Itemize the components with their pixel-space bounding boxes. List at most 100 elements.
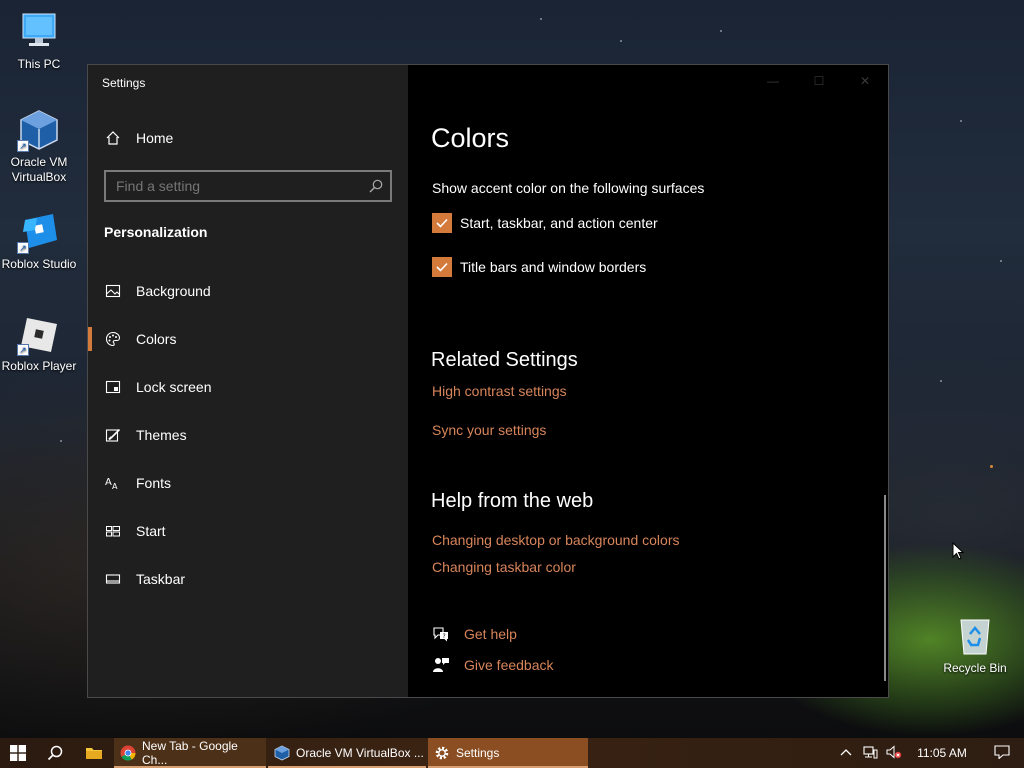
checkbox-label: Title bars and window borders [460,259,647,275]
search-button[interactable] [36,738,74,768]
monitor-icon [17,10,61,54]
sidebar-item-label: Taskbar [136,571,186,587]
maximize-button[interactable]: ☐ [796,65,842,97]
section-title: Personalization [104,224,208,240]
svg-text:A: A [112,482,118,491]
lock-screen-icon [104,378,122,396]
sidebar-item-start[interactable]: Start [88,511,408,551]
sidebar-item-themes[interactable]: Themes [88,415,408,455]
taskbar-item-label: New Tab - Google Ch... [142,739,238,767]
get-help-link[interactable]: ? Get help [432,625,517,643]
link-taskbar-color[interactable]: Changing taskbar color [432,559,576,575]
sidebar-item-colors[interactable]: Colors [88,319,408,359]
chrome-icon [120,745,136,761]
recycle-bin-icon [953,614,997,658]
sidebar-item-label: Colors [136,331,177,347]
page-title: Colors [431,123,510,153]
get-help-label: Get help [464,626,517,642]
settings-content: — ☐ ✕ Colors Show accent color on the fo… [408,65,888,697]
checkbox-title-bars[interactable]: Title bars and window borders [432,257,646,277]
taskbar-item-virtualbox[interactable]: Oracle VM VirtualBox ... [268,738,426,768]
link-desktop-colors[interactable]: Changing desktop or background colors [432,532,680,548]
roblox-studio-icon: ↗ [17,210,61,254]
desktop-icon-virtualbox[interactable]: ↗ Oracle VM VirtualBox [0,108,80,185]
desktop-icon-this-pc[interactable]: This PC [0,10,80,72]
taskbar-item-chrome[interactable]: New Tab - Google Ch... [114,738,266,768]
virtualbox-icon [274,745,290,761]
search-icon [47,745,63,761]
home-icon [104,129,122,147]
link-sync-settings[interactable]: Sync your settings [432,422,546,438]
checkbox-checked-icon[interactable] [432,213,452,233]
file-explorer-button[interactable] [74,738,114,768]
desktop-icon-label: Roblox Player [1,359,77,373]
roblox-player-icon: ↗ [17,312,61,356]
desktop-icon-label: This PC [17,57,61,71]
palette-icon [104,330,122,348]
show-hidden-icons-icon[interactable] [834,746,858,760]
desktop-icon-label: Oracle VM VirtualBox [10,155,68,184]
desktop-icon-roblox-studio[interactable]: ↗ Roblox Studio [0,210,80,272]
link-high-contrast[interactable]: High contrast settings [432,383,567,399]
chat-help-icon: ? [432,625,450,643]
start-button[interactable] [0,738,36,768]
sidebar-item-label: Fonts [136,475,172,491]
minimize-button[interactable]: — [750,65,796,97]
shortcut-arrow-icon: ↗ [17,344,29,356]
search-box[interactable] [104,170,392,202]
checkbox-label: Start, taskbar, and action center [460,215,658,231]
sidebar-item-fonts[interactable]: AA Fonts [88,463,408,503]
svg-text:A: A [105,477,112,488]
virtualbox-icon: ↗ [17,108,61,152]
give-feedback-label: Give feedback [464,657,554,673]
system-tray: 11:05 AM [834,738,1024,768]
checkbox-start-taskbar[interactable]: Start, taskbar, and action center [432,213,658,233]
nav-home[interactable]: Home [104,129,173,147]
taskbar-item-label: Oracle VM VirtualBox ... [296,746,424,760]
themes-brush-icon [104,426,122,444]
accent-surfaces-label: Show accent color on the following surfa… [432,180,705,196]
settings-sidebar: Settings Home Personalization Background [88,65,408,697]
desktop-icon-label: Roblox Studio [1,257,77,271]
taskbar-item-label: Settings [456,746,500,760]
close-button[interactable]: ✕ [842,65,888,97]
search-input[interactable] [106,172,390,200]
nav-home-label: Home [136,130,174,146]
sidebar-item-lock-screen[interactable]: Lock screen [88,367,408,407]
desktop-icon-label: Recycle Bin [943,661,1007,675]
shortcut-arrow-icon: ↗ [17,140,29,152]
feedback-icon [432,656,450,674]
sidebar-item-label: Background [136,283,211,299]
svg-text:?: ? [443,633,446,640]
window-controls: — ☐ ✕ [750,65,888,97]
picture-icon [104,282,122,300]
action-center-icon[interactable] [980,744,1024,762]
sidebar-item-background[interactable]: Background [88,271,408,311]
volume-muted-icon[interactable] [882,744,906,762]
window-title: Settings [102,76,146,90]
fonts-icon: AA [104,474,122,492]
settings-window: Settings Home Personalization Background [87,64,889,698]
search-icon[interactable] [368,178,384,194]
content-scrollbar[interactable] [884,495,886,681]
desktop-icon-recycle-bin[interactable]: Recycle Bin [934,614,1016,676]
related-settings-heading: Related Settings [431,349,578,371]
sidebar-item-label: Themes [136,427,187,443]
mouse-cursor-icon [952,542,964,560]
sidebar-item-taskbar[interactable]: Taskbar [88,559,408,599]
desktop-icon-roblox-player[interactable]: ↗ Roblox Player [0,312,80,374]
sidebar-item-label: Start [136,523,166,539]
checkbox-checked-icon[interactable] [432,257,452,277]
taskbar-item-settings[interactable]: Settings [428,738,588,768]
network-icon[interactable] [858,745,882,762]
sidebar-item-label: Lock screen [136,379,212,395]
start-tiles-icon [104,522,122,540]
help-heading: Help from the web [431,490,594,512]
shortcut-arrow-icon: ↗ [17,242,29,254]
gear-icon [434,745,450,761]
taskbar-icon [104,570,122,588]
windows-logo-icon [10,745,26,761]
give-feedback-link[interactable]: Give feedback [432,656,554,674]
folder-icon [86,748,102,759]
clock[interactable]: 11:05 AM [912,746,972,760]
